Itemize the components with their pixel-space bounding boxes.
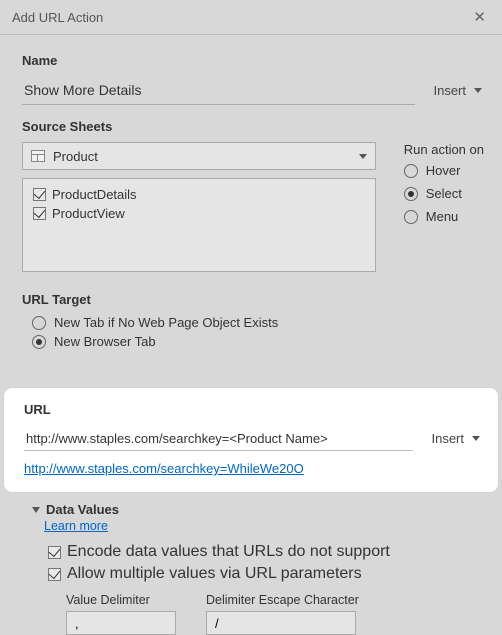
- caret-down-icon: [472, 436, 480, 441]
- target-new-browser-tab[interactable]: New Browser Tab: [32, 334, 484, 349]
- learn-more-link[interactable]: Learn more: [44, 519, 108, 533]
- radio-icon: [404, 164, 418, 178]
- runaction-select[interactable]: Select: [404, 186, 484, 201]
- data-values-toggle[interactable]: Data Values: [44, 502, 484, 517]
- sheet-checkbox-productdetails[interactable]: ProductDetails: [33, 187, 365, 202]
- url-target-label: URL Target: [22, 292, 484, 307]
- close-icon[interactable]: ✕: [469, 8, 490, 26]
- target-newtab-if-none[interactable]: New Tab if No Web Page Object Exists: [32, 315, 484, 330]
- radio-label: New Tab if No Web Page Object Exists: [54, 315, 278, 330]
- radio-label: New Browser Tab: [54, 334, 156, 349]
- sheet-label: ProductDetails: [52, 187, 137, 202]
- checkbox-label: Allow multiple values via URL parameters: [67, 565, 362, 583]
- url-label: URL: [24, 402, 482, 417]
- source-sheets-label: Source Sheets: [22, 119, 484, 134]
- radio-label: Hover: [426, 163, 461, 178]
- url-insert-button[interactable]: Insert: [431, 431, 482, 446]
- name-insert-button[interactable]: Insert: [433, 83, 484, 98]
- radio-icon: [404, 187, 418, 201]
- escape-char-input[interactable]: [206, 611, 356, 635]
- source-dropdown-value: Product: [53, 149, 98, 164]
- radio-icon: [32, 335, 46, 349]
- caret-down-icon: [359, 154, 367, 159]
- sheet-label: ProductView: [52, 206, 125, 221]
- runaction-menu[interactable]: Menu: [404, 209, 484, 224]
- encode-values-checkbox[interactable]: Encode data values that URLs do not supp…: [48, 543, 484, 561]
- dashboard-icon: [31, 150, 45, 162]
- name-input[interactable]: [22, 76, 415, 105]
- dialog-title: Add URL Action: [12, 10, 103, 25]
- radio-label: Select: [426, 186, 462, 201]
- runaction-label: Run action on: [404, 142, 484, 157]
- escape-char-label: Delimiter Escape Character: [206, 593, 359, 607]
- radio-icon: [404, 210, 418, 224]
- url-preview-link[interactable]: http://www.staples.com/searchkey=WhileWe…: [24, 461, 304, 476]
- allow-multiple-checkbox[interactable]: Allow multiple values via URL parameters: [48, 565, 484, 583]
- checkbox-icon: [33, 207, 46, 220]
- checkbox-icon: [33, 188, 46, 201]
- checkbox-label: Encode data values that URLs do not supp…: [67, 543, 390, 561]
- data-values-label: Data Values: [46, 502, 119, 517]
- checkbox-icon: [48, 568, 61, 581]
- insert-label: Insert: [433, 83, 466, 98]
- checkbox-icon: [48, 546, 61, 559]
- insert-label: Insert: [431, 431, 464, 446]
- value-delimiter-input[interactable]: [66, 611, 176, 635]
- radio-icon: [32, 316, 46, 330]
- radio-label: Menu: [426, 209, 459, 224]
- runaction-hover[interactable]: Hover: [404, 163, 484, 178]
- caret-down-icon: [474, 88, 482, 93]
- sheet-list: ProductDetails ProductView: [22, 178, 376, 272]
- source-dashboard-dropdown[interactable]: Product: [22, 142, 376, 170]
- sheet-checkbox-productview[interactable]: ProductView: [33, 206, 365, 221]
- value-delimiter-label: Value Delimiter: [66, 593, 176, 607]
- chevron-down-icon: [32, 507, 40, 513]
- name-label: Name: [22, 53, 484, 68]
- url-input[interactable]: [24, 425, 413, 451]
